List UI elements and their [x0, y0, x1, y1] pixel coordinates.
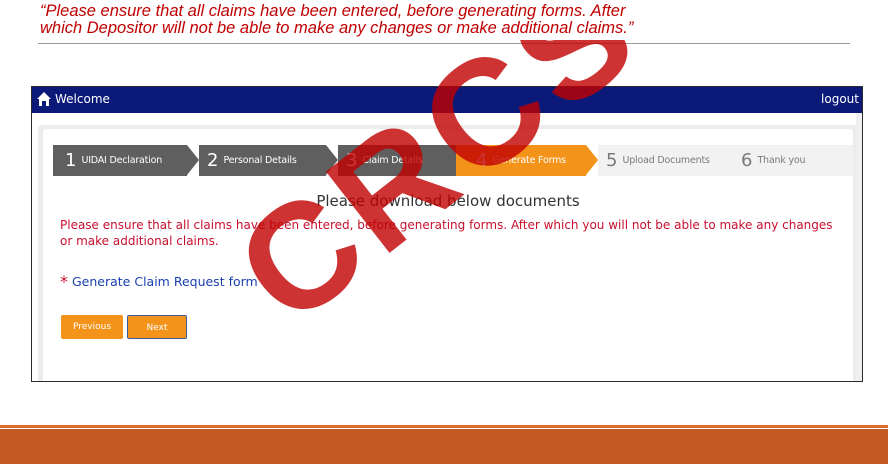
step-number: 6 — [741, 150, 753, 171]
top-nav-bar: Welcome logout — [32, 87, 862, 113]
next-button[interactable]: Next — [127, 315, 187, 339]
step-label: Personal Details — [223, 155, 297, 166]
step-uidai-declaration[interactable]: 1 UIDAI Declaration — [53, 145, 187, 176]
quote-line-2: which Depositor will not be able to make… — [40, 19, 634, 37]
step-number: 4 — [476, 150, 488, 171]
footer-bar — [0, 429, 888, 464]
wizard-steps: 1 UIDAI Declaration 2 Personal Details 3… — [53, 145, 853, 176]
step-label: UIDAI Declaration — [81, 155, 163, 166]
step-personal-details[interactable]: 2 Personal Details — [199, 145, 326, 176]
scrollbar[interactable] — [856, 113, 862, 381]
step-arrow — [586, 145, 598, 175]
required-mark: * — [60, 272, 68, 291]
step-generate-forms[interactable]: 4 Generate Forms — [456, 145, 586, 176]
instruction-quote: “Please ensure that all claims have been… — [40, 3, 850, 37]
step-number: 3 — [346, 150, 358, 171]
page-title: Please download below documents — [316, 192, 580, 210]
step-upload-documents[interactable]: 5 Upload Documents — [598, 145, 723, 176]
generate-claim-request-link[interactable]: Generate Claim Request form — [72, 274, 258, 289]
logout-link[interactable]: logout — [821, 92, 859, 106]
warning-message: Please ensure that all claims have been … — [60, 217, 845, 249]
content-panel: 1 UIDAI Declaration 2 Personal Details 3… — [38, 125, 858, 381]
step-claim-details[interactable]: 3 Claim Details — [338, 145, 456, 176]
step-arrow — [187, 145, 199, 175]
step-number: 1 — [65, 150, 77, 171]
warning-line-2: or make additional claims. — [60, 234, 219, 248]
quote-line-1: “Please ensure that all claims have been… — [40, 2, 626, 20]
footer-accent-line — [0, 425, 888, 428]
step-label: Claim Details — [362, 155, 423, 166]
step-label: Generate Forms — [492, 155, 566, 166]
welcome-label: Welcome — [55, 92, 110, 106]
quote-divider — [38, 43, 850, 44]
step-number: 2 — [207, 150, 219, 171]
content-card: 1 UIDAI Declaration 2 Personal Details 3… — [43, 129, 853, 381]
generate-form-row: * Generate Claim Request form — [60, 272, 258, 291]
step-label: Upload Documents — [622, 155, 710, 166]
step-thank-you[interactable]: 6 Thank you — [723, 145, 853, 176]
step-arrow — [326, 145, 338, 175]
home-icon[interactable] — [36, 91, 52, 107]
step-number: 5 — [606, 150, 618, 171]
warning-line-1: Please ensure that all claims have been … — [60, 218, 833, 232]
previous-button[interactable]: Previous — [61, 315, 123, 339]
browser-frame: Welcome logout 1 UIDAI Declaration 2 Per… — [31, 86, 863, 382]
step-label: Thank you — [757, 155, 806, 166]
